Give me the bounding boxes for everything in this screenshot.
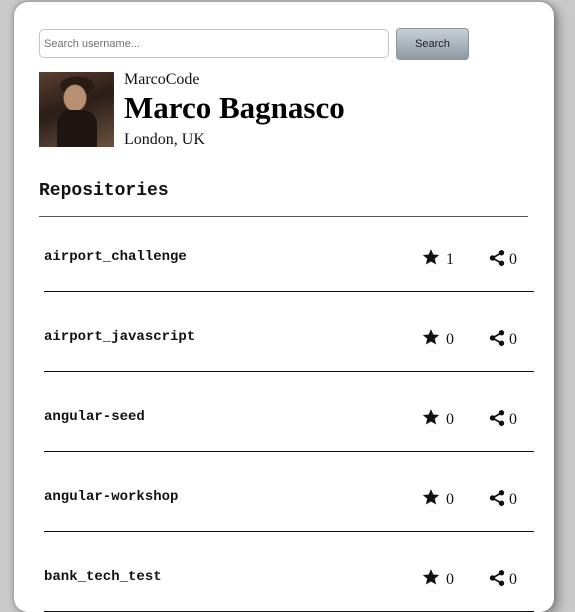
- share-icon: [489, 250, 505, 266]
- fork-count: 0: [509, 331, 517, 348]
- star-icon: [422, 249, 440, 265]
- repository-name[interactable]: airport_challenge: [44, 249, 187, 265]
- profile-location: London, UK: [124, 131, 205, 148]
- fork-count: 0: [509, 411, 517, 428]
- share-icon: [489, 410, 505, 426]
- repository-name[interactable]: angular-workshop: [44, 489, 178, 505]
- star-count: 1: [446, 251, 454, 268]
- repositories-heading: Repositories: [39, 181, 169, 201]
- repository-row: angular-seed 0 0: [44, 371, 534, 452]
- star-icon: [422, 569, 440, 585]
- share-icon: [489, 490, 505, 506]
- repository-name[interactable]: bank_tech_test: [44, 569, 162, 585]
- star-icon: [422, 489, 440, 505]
- repository-row: airport_challenge 1 0: [44, 211, 534, 292]
- repository-row: airport_javascript 0 0: [44, 291, 534, 372]
- avatar: [39, 72, 114, 147]
- fork-count: 0: [509, 491, 517, 508]
- profile-card: Search MarcoCode Marco Bagnasco London, …: [14, 2, 554, 612]
- fork-count: 0: [509, 571, 517, 588]
- share-icon: [489, 330, 505, 346]
- star-count: 0: [446, 491, 454, 508]
- repository-row: angular-workshop 0 0: [44, 451, 534, 532]
- star-icon: [422, 409, 440, 425]
- profile-name: Marco Bagnasco: [124, 90, 345, 125]
- star-count: 0: [446, 411, 454, 428]
- star-icon: [422, 329, 440, 345]
- fork-count: 0: [509, 251, 517, 268]
- profile-username: MarcoCode: [124, 71, 200, 88]
- search-button[interactable]: Search: [396, 28, 469, 60]
- star-count: 0: [446, 571, 454, 588]
- share-icon: [489, 570, 505, 586]
- repository-name[interactable]: airport_javascript: [44, 329, 195, 345]
- star-count: 0: [446, 331, 454, 348]
- repository-row: bank_tech_test 0 0: [44, 531, 534, 612]
- repository-name[interactable]: angular-seed: [44, 409, 145, 425]
- search-input[interactable]: [39, 29, 389, 58]
